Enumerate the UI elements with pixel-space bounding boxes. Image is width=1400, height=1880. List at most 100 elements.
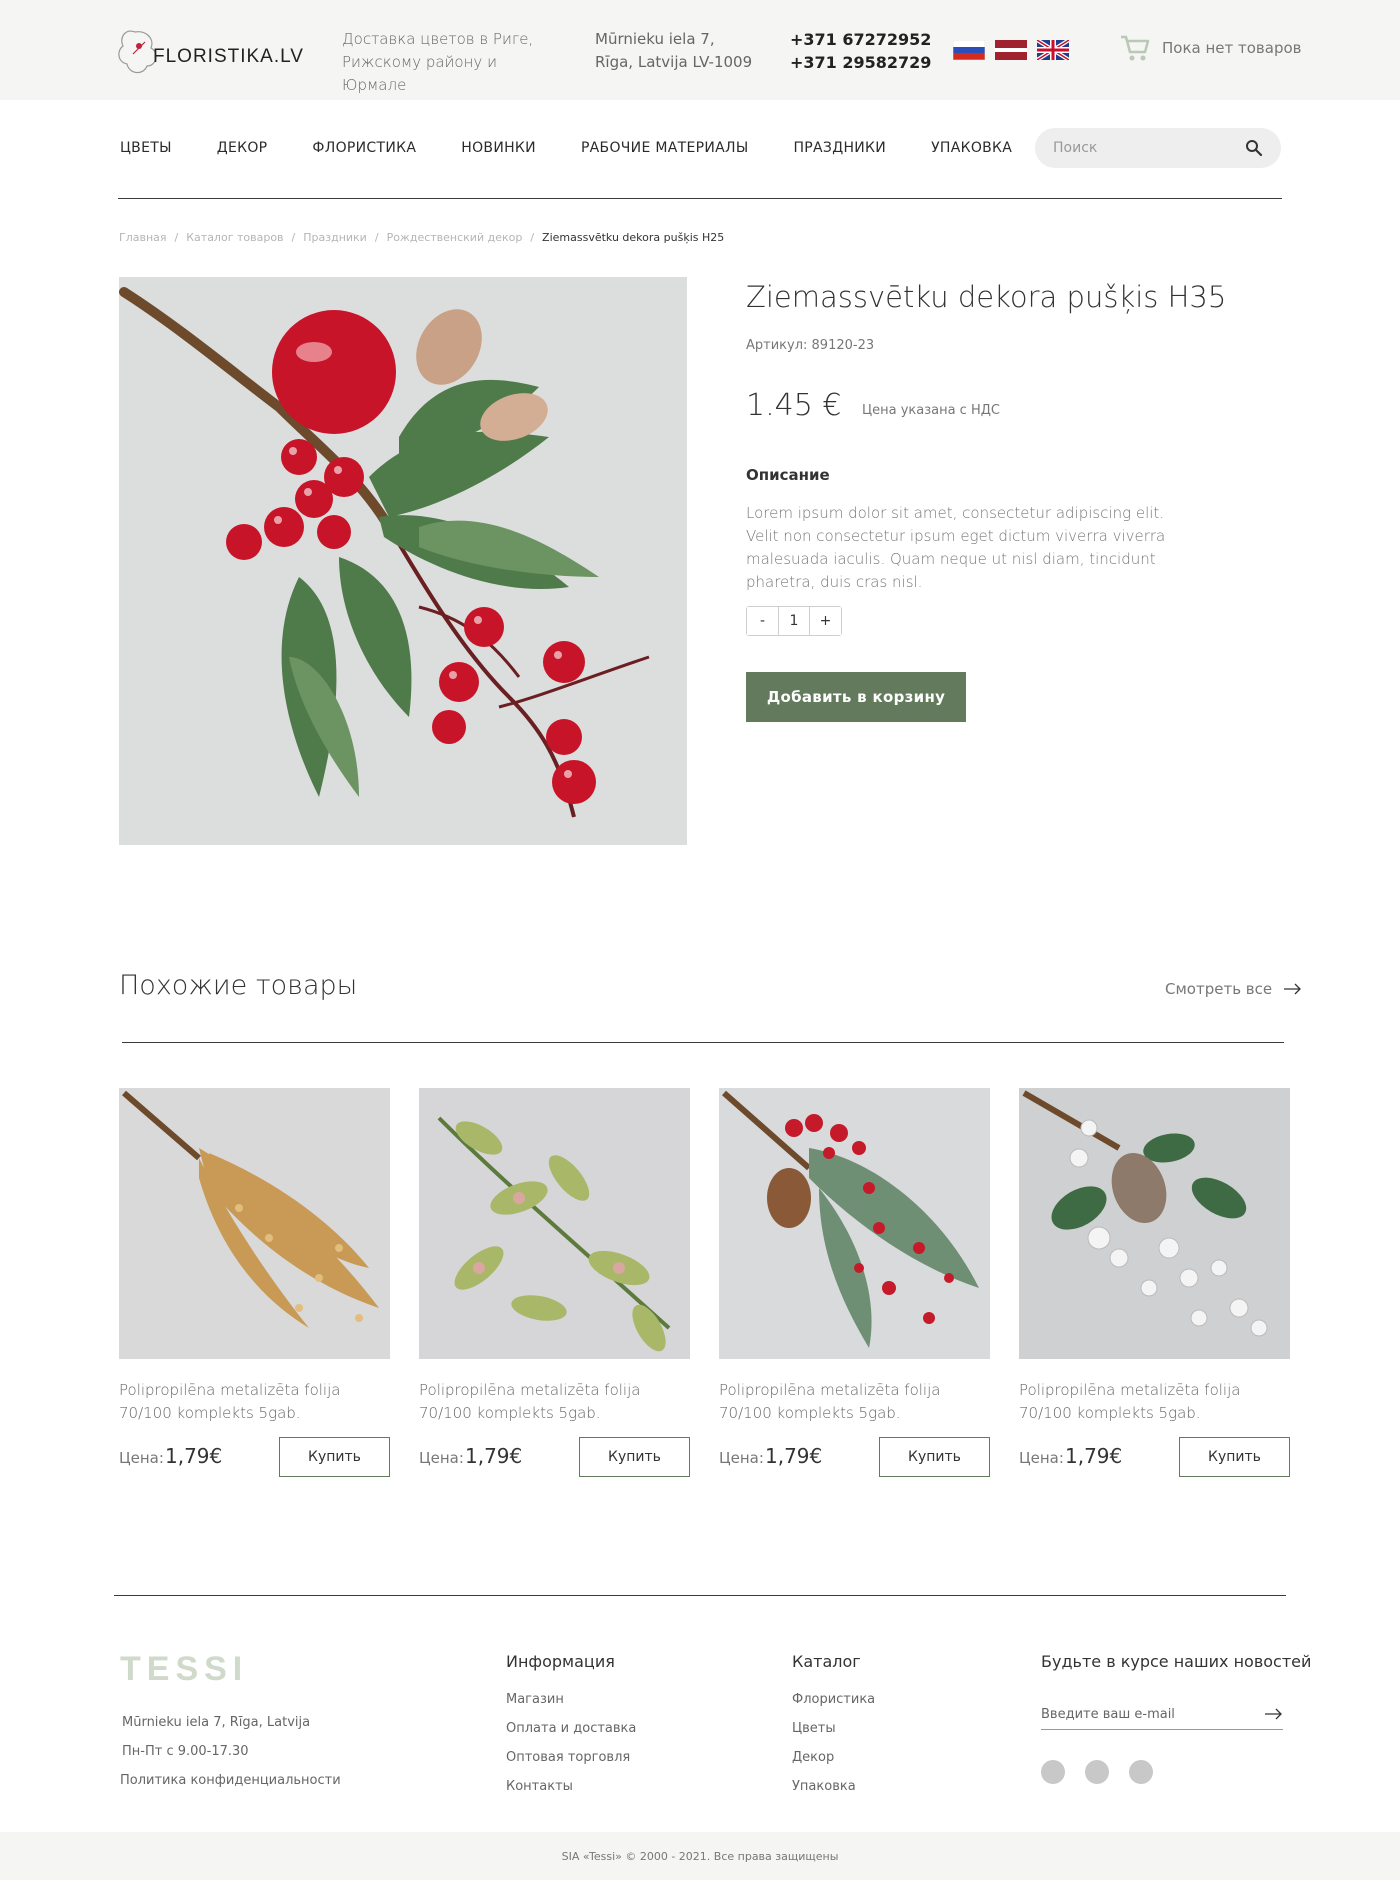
footer-link-floristry[interactable]: Флористика xyxy=(792,1685,875,1714)
product-card-name[interactable]: Polipropilēna metalizēta folija 70/100 k… xyxy=(1019,1379,1290,1425)
footer-link-payment[interactable]: Оплата и доставка xyxy=(506,1714,636,1743)
footer-catalog-column: Каталог Флористика Цветы Декор Упаковка xyxy=(792,1652,875,1801)
address-line-2: Rīga, Latvija LV-1009 xyxy=(595,53,753,71)
buy-button[interactable]: Купить xyxy=(1179,1437,1290,1477)
product-card-price: 1,79€ xyxy=(165,1444,223,1468)
view-all-label: Смотреть все xyxy=(1165,980,1273,998)
quantity-decrease-button[interactable]: - xyxy=(747,607,778,635)
footer-address: Mūrnieku iela 7, Rīga, Latvija xyxy=(122,1715,311,1730)
product-card-image[interactable] xyxy=(719,1088,990,1359)
privacy-policy-link[interactable]: Политика конфиденциальности xyxy=(120,1773,341,1788)
delivery-line-2: Рижскому району и Юрмале xyxy=(342,53,497,94)
quantity-value[interactable]: 1 xyxy=(778,607,810,635)
footer-divider xyxy=(114,1595,1286,1596)
cart-icon xyxy=(1121,35,1150,61)
product-card-image[interactable] xyxy=(119,1088,390,1359)
copyright-bar: SIA «Tessi» © 2000 - 2021. Все права защ… xyxy=(0,1832,1400,1880)
product-card-footer: Цена: 1,79€ Купить xyxy=(1019,1437,1290,1477)
footer-link-shop[interactable]: Магазин xyxy=(506,1685,636,1714)
phone-numbers: +371 67272952 +371 29582729 xyxy=(790,28,931,74)
product-title: Ziemassvētku dekora pušķis H35 xyxy=(746,280,1227,314)
store-address: Mūrnieku iela 7, Rīga, Latvija LV-1009 xyxy=(595,28,765,74)
quantity-increase-button[interactable]: + xyxy=(810,607,841,635)
cart[interactable]: Пока нет товаров xyxy=(1120,34,1302,62)
product-card-price: 1,79€ xyxy=(465,1444,523,1468)
russia-flag-icon[interactable] xyxy=(953,40,985,60)
product-card-price: 1,79€ xyxy=(1065,1444,1123,1468)
breadcrumb-separator: / xyxy=(530,231,535,244)
breadcrumb-separator: / xyxy=(291,231,296,244)
nav-item-packaging[interactable]: УПАКОВКА xyxy=(931,140,1012,156)
arrow-right-icon xyxy=(1284,983,1302,995)
product-card-footer: Цена: 1,79€ Купить xyxy=(119,1437,390,1477)
product-card-name[interactable]: Polipropilēna metalizēta folija 70/100 k… xyxy=(719,1379,990,1425)
social-icon[interactable] xyxy=(1085,1760,1109,1784)
nav-item-decor[interactable]: ДЕКОР xyxy=(217,140,268,156)
product-card: Polipropilēna metalizēta folija 70/100 k… xyxy=(419,1088,690,1477)
footer-link-decor[interactable]: Декор xyxy=(792,1743,875,1772)
search-box xyxy=(1035,128,1281,168)
product-card-footer: Цена: 1,79€ Купить xyxy=(719,1437,990,1477)
nav-item-materials[interactable]: РАБОЧИЕ МАТЕРИАЛЫ xyxy=(581,140,749,156)
footer-logo[interactable]: TESSI xyxy=(120,1650,248,1689)
delivery-info: Доставка цветов в Риге, Рижскому району … xyxy=(342,28,562,97)
berry-pine-image xyxy=(719,1088,990,1359)
nav-divider xyxy=(118,198,1282,199)
product-card-image[interactable] xyxy=(419,1088,690,1359)
footer-catalog-heading: Каталог xyxy=(792,1652,861,1671)
product-card-price-label: Цена: xyxy=(119,1449,164,1467)
breadcrumb-christmas-decor[interactable]: Рождественский декор xyxy=(387,231,523,244)
search-icon[interactable] xyxy=(1245,139,1263,157)
phone-2[interactable]: +371 29582729 xyxy=(790,51,931,74)
site-logo[interactable]: FLORISTIKA.LV xyxy=(115,24,303,80)
footer-hours: Пн-Пт с 9.00-17.30 xyxy=(122,1744,249,1759)
footer-link-wholesale[interactable]: Оптовая торговля xyxy=(506,1743,636,1772)
buy-button[interactable]: Купить xyxy=(879,1437,990,1477)
breadcrumb-catalog[interactable]: Каталог товаров xyxy=(186,231,283,244)
top-bar: FLORISTIKA.LV Доставка цветов в Риге, Ри… xyxy=(0,0,1400,100)
product-price: 1.45 € xyxy=(746,388,842,423)
buy-button[interactable]: Купить xyxy=(579,1437,690,1477)
product-card-price-label: Цена: xyxy=(719,1449,764,1467)
footer-link-packaging[interactable]: Упаковка xyxy=(792,1772,875,1801)
email-field[interactable] xyxy=(1041,1700,1241,1728)
product-card: Polipropilēna metalizēta folija 70/100 k… xyxy=(119,1088,390,1477)
view-all-link[interactable]: Смотреть все xyxy=(1165,980,1302,998)
description-title: Описание xyxy=(746,466,830,484)
delivery-line-1: Доставка цветов в Риге, xyxy=(342,30,534,48)
footer-link-flowers[interactable]: Цветы xyxy=(792,1714,875,1743)
product-image[interactable] xyxy=(119,277,687,845)
white-berry-image xyxy=(1019,1088,1290,1359)
footer-link-contacts[interactable]: Контакты xyxy=(506,1772,636,1801)
breadcrumb-separator: / xyxy=(374,231,379,244)
phone-1[interactable]: +371 67272952 xyxy=(790,28,931,51)
cart-label: Пока нет товаров xyxy=(1162,39,1302,57)
latvia-flag-icon[interactable] xyxy=(995,40,1027,60)
footer-info-column: Информация Магазин Оплата и доставка Опт… xyxy=(506,1652,636,1801)
product-card-price-label: Цена: xyxy=(1019,1449,1064,1467)
christmas-bouquet-image xyxy=(119,277,687,845)
product-card-image[interactable] xyxy=(1019,1088,1290,1359)
social-icon[interactable] xyxy=(1041,1760,1065,1784)
search-input[interactable] xyxy=(1053,128,1233,168)
breadcrumb-separator: / xyxy=(174,231,179,244)
buy-button[interactable]: Купить xyxy=(279,1437,390,1477)
social-icon[interactable] xyxy=(1129,1760,1153,1784)
add-to-cart-button[interactable]: Добавить в корзину xyxy=(746,672,966,722)
submit-arrow-icon[interactable] xyxy=(1265,1707,1283,1721)
nav-item-floristry[interactable]: ФЛОРИСТИКА xyxy=(312,140,416,156)
nav-item-new[interactable]: НОВИНКИ xyxy=(461,140,536,156)
nav-item-holidays[interactable]: ПРАЗДНИКИ xyxy=(793,140,886,156)
newsletter-form xyxy=(1041,1700,1283,1730)
product-card-name[interactable]: Polipropilēna metalizēta folija 70/100 k… xyxy=(119,1379,390,1425)
uk-flag-icon[interactable] xyxy=(1037,40,1069,60)
address-line-1: Mūrnieku iela 7, xyxy=(595,30,715,48)
product-card: Polipropilēna metalizēta folija 70/100 k… xyxy=(1019,1088,1290,1477)
breadcrumb-holidays[interactable]: Праздники xyxy=(303,231,367,244)
breadcrumb-current: Ziemassvētku dekora pušķis H25 xyxy=(542,231,725,244)
product-card-price-label: Цена: xyxy=(419,1449,464,1467)
product-card-name[interactable]: Polipropilēna metalizēta folija 70/100 k… xyxy=(419,1379,690,1425)
breadcrumb-home[interactable]: Главная xyxy=(119,231,167,244)
nav-item-flowers[interactable]: ЦВЕТЫ xyxy=(120,140,172,156)
language-switcher xyxy=(953,40,1069,60)
